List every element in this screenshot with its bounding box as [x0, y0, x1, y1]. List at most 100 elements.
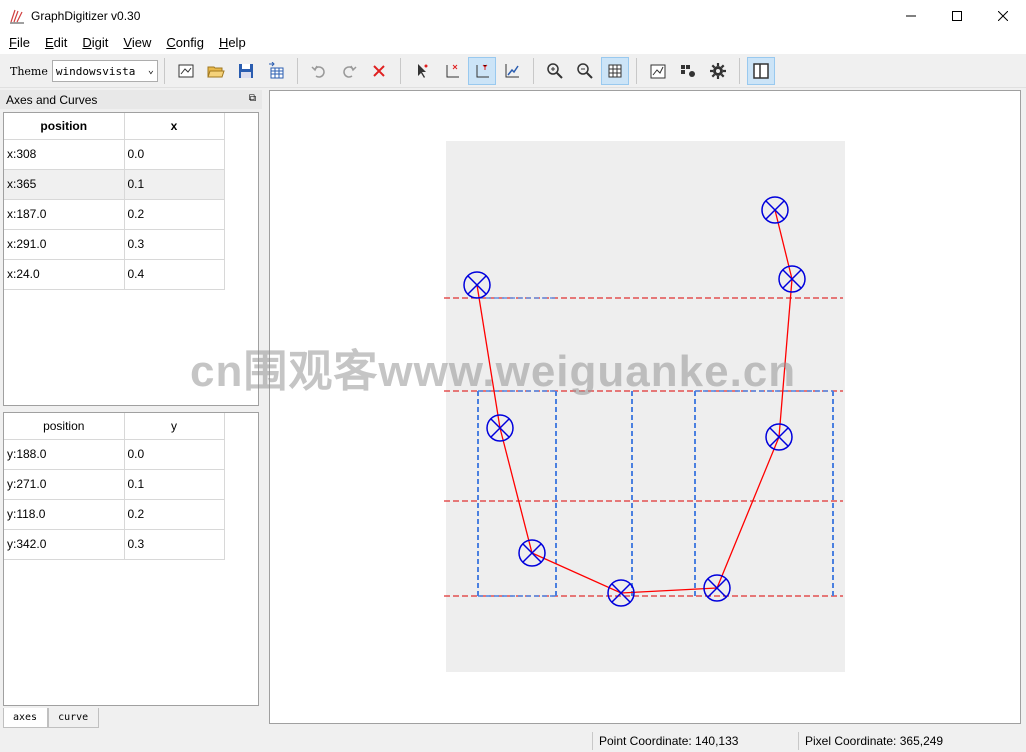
menu-edit[interactable]: Edit — [36, 35, 73, 50]
folder-open-icon — [207, 66, 225, 78]
menu-file[interactable]: File — [0, 35, 36, 50]
settings-button[interactable] — [704, 57, 732, 85]
cursor-icon — [417, 64, 428, 78]
new-graph-icon — [178, 64, 194, 78]
x-axis-icon — [446, 64, 459, 78]
table-cell-value[interactable]: 0.1 — [124, 169, 225, 200]
x-table-header-x[interactable]: x — [124, 113, 225, 140]
theme-select-value: windowsvista — [55, 64, 136, 78]
panel-tabs: axes curve — [3, 708, 100, 728]
zoom-in-icon — [547, 63, 563, 79]
panel-layout-icon — [753, 63, 769, 79]
maximize-icon — [952, 10, 962, 21]
status-bar: Point Coordinate: 140,133 Pixel Coordina… — [0, 730, 1026, 752]
toolbar-separator — [738, 58, 740, 84]
toolbar-separator — [399, 58, 401, 84]
table-row[interactable]: x:365 0.1 — [4, 169, 225, 200]
dock-title-bar: Axes and Curves ⧉ — [0, 90, 262, 109]
table-cell-value[interactable]: 0.1 — [124, 469, 225, 500]
table-row[interactable]: x:24.0 0.4 — [4, 259, 225, 290]
menu-view[interactable]: View — [114, 35, 157, 50]
toggle-panel-button[interactable] — [746, 57, 775, 85]
graph-canvas[interactable] — [269, 90, 1021, 724]
menu-help[interactable]: Help — [210, 35, 252, 50]
table-cell-position[interactable]: y:342.0 — [4, 529, 125, 560]
table-cell-position[interactable]: y:271.0 — [4, 469, 125, 500]
close-button[interactable] — [980, 0, 1026, 31]
redo-button[interactable] — [335, 57, 363, 85]
table-row[interactable]: y:342.0 0.3 — [4, 529, 225, 560]
gear-icon — [709, 63, 726, 79]
zoom-in-button[interactable] — [541, 57, 569, 85]
tab-curve[interactable]: curve — [48, 708, 100, 728]
table-cell-value[interactable]: 0.2 — [124, 199, 225, 230]
select-tool-button[interactable] — [408, 57, 436, 85]
delete-button[interactable] — [365, 57, 393, 85]
table-cell-position[interactable]: x:365 — [4, 169, 125, 200]
table-cell-value[interactable]: 0.3 — [124, 529, 225, 560]
app-icon — [10, 9, 24, 23]
tab-axes[interactable]: axes — [3, 708, 49, 728]
y-table-header-position[interactable]: position — [4, 413, 125, 440]
table-row[interactable]: y:188.0 0.0 — [4, 439, 225, 470]
minimize-icon — [906, 15, 916, 16]
save-icon — [238, 64, 253, 78]
export-button[interactable] — [262, 57, 290, 85]
table-row[interactable]: x:187.0 0.2 — [4, 199, 225, 230]
grid-toggle-button[interactable] — [600, 57, 629, 85]
x-table-header-position[interactable]: position — [4, 113, 125, 140]
menu-digit[interactable]: Digit — [73, 35, 114, 50]
settings-list-button[interactable] — [674, 57, 702, 85]
grid-icon — [608, 64, 622, 78]
open-button[interactable] — [202, 57, 230, 85]
toolbar-separator — [635, 58, 637, 84]
table-row[interactable]: x:291.0 0.3 — [4, 229, 225, 260]
close-icon — [998, 10, 1008, 21]
title-bar: GraphDigitizer v0.30 — [0, 0, 1026, 31]
undo-button[interactable] — [305, 57, 333, 85]
table-row[interactable]: x:308 0.0 — [4, 139, 225, 170]
table-row[interactable]: y:118.0 0.2 — [4, 499, 225, 530]
table-cell-position[interactable]: x:187.0 — [4, 199, 125, 230]
plot-button[interactable] — [644, 57, 672, 85]
theme-select[interactable]: windowsvista ⌄ — [51, 60, 158, 82]
curve-tool-button[interactable] — [498, 57, 526, 85]
table-cell-position[interactable]: x:308 — [4, 139, 125, 170]
table-cell-position[interactable]: x:24.0 — [4, 259, 125, 290]
new-button[interactable] — [172, 57, 200, 85]
table-cell-value[interactable]: 0.0 — [124, 139, 225, 170]
redo-icon — [343, 65, 357, 78]
toolbar-separator — [163, 58, 165, 84]
table-row[interactable]: y:271.0 0.1 — [4, 469, 225, 500]
curve-icon — [505, 64, 519, 78]
window-title: GraphDigitizer v0.30 — [31, 8, 141, 23]
set-x-axis-button[interactable] — [438, 57, 466, 85]
table-cell-value[interactable]: 0.0 — [124, 439, 225, 470]
chevron-down-icon: ⌄ — [147, 65, 154, 76]
y-axis-table-panel: position y y:188.0 0.0 y:271.0 0.1 y:118.0… — [3, 412, 259, 706]
y-axis-icon — [476, 64, 489, 78]
y-table-header-y[interactable]: y — [124, 413, 225, 440]
float-window-icon[interactable]: ⧉ — [249, 93, 256, 104]
set-y-axis-button[interactable] — [467, 57, 496, 85]
maximize-button[interactable] — [934, 0, 980, 31]
table-cell-value[interactable]: 0.3 — [124, 229, 225, 260]
minimize-button[interactable] — [888, 0, 934, 31]
chart-icon — [650, 64, 666, 79]
menu-config[interactable]: Config — [157, 35, 210, 50]
point-coordinate: Point Coordinate: 140,133 — [599, 734, 739, 748]
table-cell-position[interactable]: x:291.0 — [4, 229, 125, 260]
table-cell-position[interactable]: y:188.0 — [4, 439, 125, 470]
table-cell-position[interactable]: y:118.0 — [4, 499, 125, 530]
zoom-out-button[interactable] — [571, 57, 599, 85]
x-axis-table: position x x:308 0.0 x:365 0.1 x:187.0 0.2 … — [4, 113, 225, 290]
toolbar-separator — [532, 58, 534, 84]
y-axis-table: position y y:188.0 0.0 y:271.0 0.1 y:118.0… — [4, 413, 225, 560]
table-cell-value[interactable]: 0.2 — [124, 499, 225, 530]
toolbar-separator — [296, 58, 298, 84]
pixel-coordinate: Pixel Coordinate: 365,249 — [805, 734, 944, 748]
table-cell-value[interactable]: 0.4 — [124, 259, 225, 290]
graph-svg[interactable] — [270, 91, 1022, 725]
zoom-out-icon — [577, 63, 593, 79]
save-button[interactable] — [232, 57, 260, 85]
